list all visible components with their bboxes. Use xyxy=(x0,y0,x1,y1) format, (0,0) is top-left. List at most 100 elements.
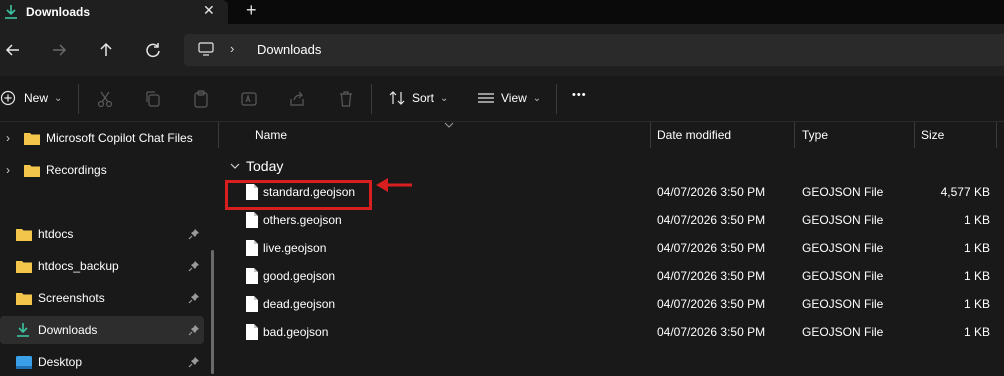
up-arrow-icon[interactable] xyxy=(95,39,117,61)
share-icon[interactable] xyxy=(288,90,306,108)
sidebar-item-label: Screenshots xyxy=(38,291,105,305)
file-date: 04/07/2026 3:50 PM xyxy=(657,241,766,255)
file-type: GEOJSON File xyxy=(802,269,884,283)
file-type: GEOJSON File xyxy=(802,325,884,339)
column-header-type[interactable]: Type xyxy=(802,128,828,142)
this-pc-icon xyxy=(198,42,214,56)
file-date: 04/07/2026 3:50 PM xyxy=(657,269,766,283)
column-divider[interactable] xyxy=(650,122,651,148)
sort-indicator-icon xyxy=(444,122,454,128)
sidebar-item-label: htdocs_backup xyxy=(38,259,119,273)
file-icon xyxy=(246,296,258,312)
expand-chevron-icon[interactable]: › xyxy=(6,131,10,145)
file-name: others.geojson xyxy=(263,213,342,227)
cut-icon[interactable] xyxy=(96,90,114,108)
breadcrumb-downloads[interactable]: Downloads xyxy=(257,42,321,57)
file-icon xyxy=(246,268,258,284)
folder-icon xyxy=(16,293,32,305)
desktop-icon xyxy=(16,356,32,369)
sidebar-item-label: Microsoft Copilot Chat Files xyxy=(46,131,193,145)
sidebar-item-screenshots[interactable]: Screenshots xyxy=(0,284,204,312)
pin-icon xyxy=(188,261,199,272)
sidebar-item-copilot-chat-files[interactable]: › Microsoft Copilot Chat Files xyxy=(0,124,204,152)
file-icon xyxy=(246,324,258,340)
file-list: Name Date modified Type Size Today stand… xyxy=(218,122,1004,374)
sidebar-item-label: Recordings xyxy=(46,163,107,177)
address-bar[interactable]: › Downloads xyxy=(184,34,1004,66)
sidebar-scrollbar[interactable] xyxy=(211,250,214,374)
file-type: GEOJSON File xyxy=(802,213,884,227)
close-tab-icon[interactable]: ✕ xyxy=(203,2,215,19)
file-name: dead.geojson xyxy=(263,297,336,311)
file-date: 04/07/2026 3:50 PM xyxy=(657,213,766,227)
pin-icon xyxy=(188,325,199,336)
column-header-size[interactable]: Size xyxy=(921,128,944,142)
sort-label: Sort xyxy=(412,91,435,105)
table-row[interactable]: others.geojson 04/07/2026 3:50 PM GEOJSO… xyxy=(222,206,1002,234)
download-icon xyxy=(17,323,29,337)
view-label: View xyxy=(501,91,527,105)
delete-icon[interactable] xyxy=(337,90,355,108)
sidebar-item-downloads[interactable]: Downloads xyxy=(0,316,204,344)
divider xyxy=(371,84,372,114)
pin-icon xyxy=(188,229,199,240)
sidebar-item-recordings[interactable]: › Recordings xyxy=(0,156,204,184)
file-size: 1 KB xyxy=(963,297,990,311)
command-bar: New ⌄ Sort ⌄ View ⌄ ••• xyxy=(0,76,1004,122)
refresh-icon[interactable] xyxy=(142,39,164,61)
title-bar: Downloads ✕ + xyxy=(0,0,1004,24)
folder-icon xyxy=(16,261,32,273)
file-size: 1 KB xyxy=(963,269,990,283)
sidebar-item-htdocs-backup[interactable]: htdocs_backup xyxy=(0,252,204,280)
tab-downloads[interactable]: Downloads ✕ xyxy=(0,0,228,24)
expand-chevron-icon[interactable]: › xyxy=(6,163,10,177)
breadcrumb-chevron-icon[interactable]: › xyxy=(230,41,234,56)
file-date: 04/07/2026 3:50 PM xyxy=(657,185,766,199)
paste-icon[interactable] xyxy=(192,90,210,108)
file-date: 04/07/2026 3:50 PM xyxy=(657,325,766,339)
column-divider[interactable] xyxy=(794,122,795,148)
table-row[interactable]: dead.geojson 04/07/2026 3:50 PM GEOJSON … xyxy=(222,290,1002,318)
back-arrow-icon[interactable] xyxy=(2,39,24,61)
new-label: New xyxy=(24,91,49,105)
forward-arrow-icon[interactable] xyxy=(48,39,70,61)
sidebar-item-desktop[interactable]: Desktop xyxy=(0,348,204,376)
table-row[interactable]: good.geojson 04/07/2026 3:50 PM GEOJSON … xyxy=(222,262,1002,290)
file-name: good.geojson xyxy=(263,269,336,283)
download-icon xyxy=(5,5,17,19)
pin-icon xyxy=(188,293,199,304)
file-size: 1 KB xyxy=(963,213,990,227)
new-button[interactable]: New ⌄ xyxy=(0,90,62,106)
column-header-name[interactable]: Name xyxy=(255,128,287,142)
sidebar-item-label: Downloads xyxy=(38,323,98,337)
file-name: bad.geojson xyxy=(263,325,329,339)
file-type: GEOJSON File xyxy=(802,185,884,199)
sort-icon xyxy=(389,91,405,105)
file-size: 4,577 KB xyxy=(940,185,990,199)
plus-circle-icon xyxy=(0,90,16,106)
rename-icon[interactable] xyxy=(240,90,258,108)
column-divider[interactable] xyxy=(996,122,997,148)
file-date: 04/07/2026 3:50 PM xyxy=(657,297,766,311)
pin-icon xyxy=(188,357,199,368)
folder-icon xyxy=(16,229,32,241)
chevron-down-icon: ⌄ xyxy=(440,92,449,104)
copy-icon[interactable] xyxy=(144,90,162,108)
column-divider[interactable] xyxy=(914,122,915,148)
sidebar-item-htdocs[interactable]: htdocs xyxy=(0,220,204,248)
highlight-box xyxy=(225,180,372,210)
more-options-icon[interactable]: ••• xyxy=(572,89,587,101)
folder-icon xyxy=(24,165,40,177)
column-header-date[interactable]: Date modified xyxy=(657,128,731,142)
divider xyxy=(556,84,557,114)
column-divider xyxy=(218,122,219,148)
chevron-down-icon: ⌄ xyxy=(54,92,63,104)
red-arrow-icon xyxy=(376,178,412,192)
table-row[interactable]: bad.geojson 04/07/2026 3:50 PM GEOJSON F… xyxy=(222,318,1002,346)
new-tab-button[interactable]: + xyxy=(246,0,257,21)
view-button[interactable]: View ⌄ xyxy=(477,90,541,106)
divider xyxy=(78,84,79,114)
folder-icon xyxy=(24,133,40,145)
table-row[interactable]: live.geojson 04/07/2026 3:50 PM GEOJSON … xyxy=(222,234,1002,262)
sort-button[interactable]: Sort ⌄ xyxy=(388,90,448,106)
